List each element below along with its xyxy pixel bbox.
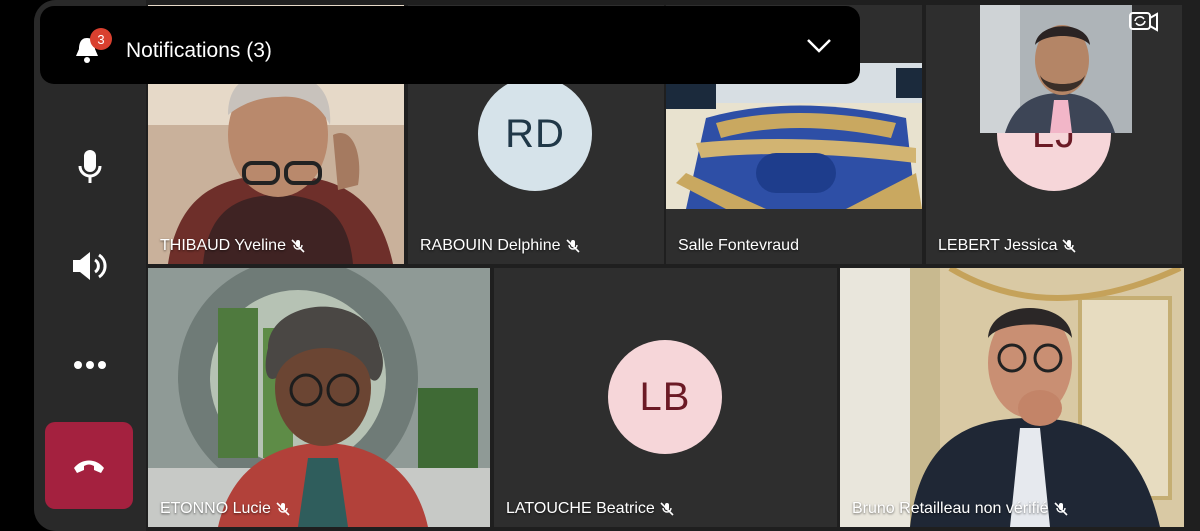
participant-name-label: ETONNO Lucie: [160, 500, 271, 517]
participant-tile-etonno[interactable]: ETONNO Lucie: [148, 268, 490, 527]
participant-name: Bruno Retailleau non vérifié: [852, 500, 1068, 518]
notifications-title: Notifications (3): [126, 39, 272, 62]
meeting-window: THIBAUD Yveline RD RABOUIN Delphine Sall…: [34, 0, 1200, 531]
notification-count-badge: 3: [90, 28, 112, 50]
mic-muted-icon: [565, 239, 580, 253]
participant-video: [840, 268, 1184, 527]
room-video: [666, 63, 922, 209]
speaker-icon: [73, 252, 107, 280]
mic-muted-icon: [291, 239, 305, 253]
participant-name: LATOUCHE Beatrice: [506, 500, 674, 518]
participant-name: ETONNO Lucie: [160, 500, 290, 518]
switch-camera-icon: [1129, 12, 1158, 32]
self-view-video[interactable]: [980, 5, 1132, 133]
switch-camera-button[interactable]: [1128, 8, 1164, 38]
self-video-feed: [980, 5, 1132, 133]
badge-count: 3: [97, 31, 105, 47]
chevron-down-icon[interactable]: [806, 38, 832, 54]
mic-muted-icon: [1062, 239, 1077, 253]
participant-tile-latouche[interactable]: LB LATOUCHE Beatrice: [494, 268, 837, 527]
participant-name: RABOUIN Delphine: [420, 237, 580, 255]
hang-up-icon: [74, 460, 104, 473]
participant-name: LEBERT Jessica: [938, 237, 1077, 255]
participant-name-label: Bruno Retailleau non vérifié: [852, 500, 1049, 517]
more-options-icon: [74, 361, 106, 369]
more-options-button[interactable]: [70, 345, 110, 385]
avatar-initials: LB: [639, 374, 691, 419]
microphone-icon: [78, 150, 102, 183]
participant-name-label: LEBERT Jessica: [938, 237, 1058, 254]
mic-muted-icon: [276, 502, 290, 516]
participant-avatar: RD: [478, 77, 592, 191]
participant-name-label: Salle Fontevraud: [678, 237, 799, 254]
participant-name: THIBAUD Yveline: [160, 237, 305, 255]
participant-avatar: LB: [608, 340, 722, 454]
mic-muted-icon: [660, 502, 674, 516]
mic-muted-icon: [1053, 502, 1068, 516]
participant-name: Salle Fontevraud: [678, 237, 799, 255]
hang-up-button[interactable]: [45, 422, 133, 509]
participant-tile-retailleau[interactable]: Bruno Retailleau non vérifié: [840, 268, 1184, 527]
participant-video: [148, 268, 490, 527]
microphone-button[interactable]: [70, 147, 110, 187]
participant-name-label: RABOUIN Delphine: [420, 237, 561, 254]
participant-name-label: LATOUCHE Beatrice: [506, 500, 655, 517]
speaker-button[interactable]: [70, 246, 110, 286]
notifications-banner[interactable]: 3 Notifications (3): [40, 6, 860, 84]
participant-name-label: THIBAUD Yveline: [160, 237, 286, 254]
avatar-initials: RD: [505, 111, 565, 156]
